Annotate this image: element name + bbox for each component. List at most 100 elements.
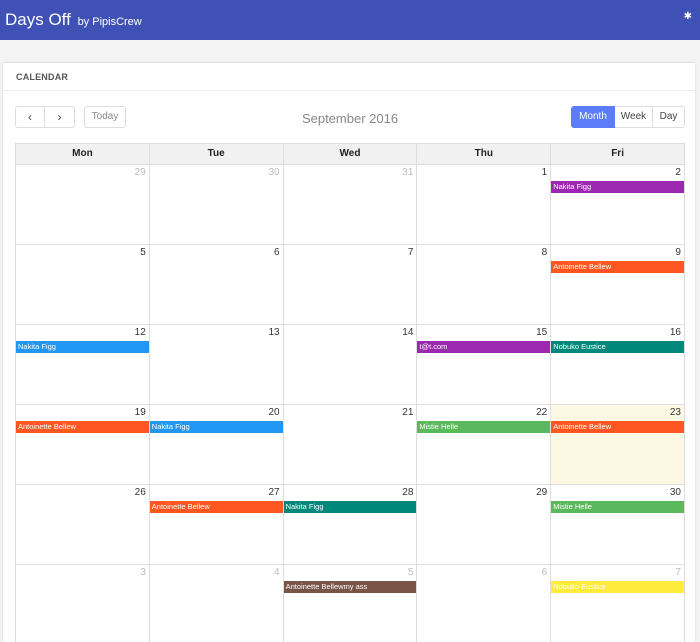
- day-number: 7: [407, 247, 414, 258]
- day-cell[interactable]: 5 Antoinette Bellewmy ass: [282, 565, 417, 642]
- week-row: 29 30 31 1 2 Nakita Figg: [15, 164, 685, 244]
- day-cell[interactable]: 2 Nakita Figg: [550, 165, 684, 244]
- week-row: 12 Nakita Figg 13 14 15 t@t.com 16 Nobuko Eusti…: [15, 324, 685, 404]
- week-row: 5 6 7 8 9 Antoinette Bellew: [15, 244, 685, 324]
- event-bar[interactable]: Antoinette Bellew: [149, 501, 283, 513]
- view-week-button[interactable]: Week: [615, 106, 653, 128]
- day-cell[interactable]: 21: [282, 405, 417, 484]
- day-number: 15: [536, 327, 548, 338]
- day-cell[interactable]: 7: [282, 245, 417, 324]
- app-title-text: Days Off: [5, 10, 71, 29]
- app-title: Days Off by PipisCrew: [5, 10, 142, 30]
- day-cell[interactable]: 14: [282, 325, 417, 404]
- day-number: 23: [669, 407, 681, 418]
- day-number: 7: [675, 567, 681, 578]
- day-cell[interactable]: 7 Nobuko Eustice: [550, 565, 684, 642]
- day-cell[interactable]: 30: [148, 165, 283, 244]
- day-cell[interactable]: 9 Antoinette Bellew: [550, 245, 684, 324]
- day-number: 28: [402, 487, 414, 498]
- event-bar[interactable]: Nobuko Eustice: [551, 581, 684, 593]
- event-bar[interactable]: Nakita Figg: [551, 181, 684, 193]
- weekday-header: Tue: [148, 144, 283, 164]
- app-subtitle: by PipisCrew: [77, 16, 142, 28]
- event-bar[interactable]: Antoinette Bellew: [551, 421, 684, 433]
- weekday-header: Wed: [282, 144, 417, 164]
- day-cell[interactable]: 1: [416, 165, 550, 244]
- day-cell[interactable]: 27 Antoinette Bellew: [148, 485, 283, 564]
- day-number: 6: [541, 567, 548, 578]
- day-number: 8: [541, 247, 548, 258]
- day-number: 29: [536, 487, 548, 498]
- weekday-header-row: Mon Tue Wed Thu Fri: [15, 143, 685, 164]
- weeks-container: 29 30 31 1 2 Nakita Figg 5 6 7 8 9 Antoinette Belle…: [15, 164, 685, 642]
- day-number: 27: [268, 487, 280, 498]
- day-number: 14: [402, 327, 414, 338]
- day-cell[interactable]: 8: [416, 245, 550, 324]
- day-cell[interactable]: 15 t@t.com: [416, 325, 551, 404]
- day-cell[interactable]: 12 Nakita Figg: [16, 325, 149, 404]
- day-cell[interactable]: 5: [16, 245, 149, 324]
- day-cell[interactable]: 6: [416, 565, 550, 642]
- day-cell[interactable]: 23 Antoinette Bellew: [550, 405, 684, 484]
- day-number: 9: [675, 247, 681, 258]
- view-day-button[interactable]: Day: [653, 106, 685, 128]
- day-number: 3: [140, 567, 146, 578]
- event-bar[interactable]: Nakita Figg: [283, 501, 417, 513]
- day-number: 30: [669, 487, 681, 498]
- day-number: 13: [268, 327, 280, 338]
- app-header: Days Off by PipisCrew ✱: [0, 0, 700, 40]
- day-number: 5: [407, 567, 414, 578]
- day-cell[interactable]: 19 Antoinette Bellew: [16, 405, 149, 484]
- day-number: 26: [134, 487, 146, 498]
- calendar-card: CALENDAR ‹ › Today September 2016 Month …: [3, 62, 695, 642]
- day-number: 29: [134, 167, 146, 178]
- day-number: 20: [268, 407, 280, 418]
- day-cell[interactable]: 29: [416, 485, 550, 564]
- day-cell[interactable]: 4: [148, 565, 283, 642]
- day-cell[interactable]: 31: [282, 165, 417, 244]
- day-number: 5: [140, 247, 146, 258]
- weekday-header: Fri: [550, 144, 684, 164]
- weekday-header: Thu: [416, 144, 550, 164]
- day-number: 21: [402, 407, 414, 418]
- day-number: 16: [669, 327, 681, 338]
- calendar-toolbar: ‹ › Today September 2016 Month Week Day: [15, 106, 685, 130]
- event-bar[interactable]: Mistie Helle: [417, 421, 551, 433]
- event-bar[interactable]: Antoinette Bellew: [16, 421, 149, 433]
- day-number: 31: [402, 167, 414, 178]
- day-cell[interactable]: 20 Nakita Figg: [148, 405, 283, 484]
- week-row: 19 Antoinette Bellew 20 Nakita Figg 21 22 Mist…: [15, 404, 685, 484]
- view-switcher: Month Week Day: [571, 106, 685, 128]
- day-cell[interactable]: 3: [16, 565, 149, 642]
- day-number: 22: [536, 407, 548, 418]
- week-row: 3 4 5 Antoinette Bellewmy ass 6 7 Nobuko Eusti…: [15, 564, 685, 642]
- day-number: 30: [268, 167, 280, 178]
- event-bar[interactable]: Nakita Figg: [149, 421, 283, 433]
- pin-icon[interactable]: ✱: [684, 11, 692, 22]
- event-bar[interactable]: t@t.com: [417, 341, 551, 353]
- card-title: CALENDAR: [3, 63, 695, 91]
- day-number: 1: [541, 167, 548, 178]
- day-number: 4: [274, 567, 280, 578]
- week-row: 26 27 Antoinette Bellew 28 Nakita Figg 29 30 Mi…: [15, 484, 685, 564]
- day-cell[interactable]: 16 Nobuko Eustice: [550, 325, 684, 404]
- day-number: 2: [675, 167, 681, 178]
- day-cell[interactable]: 30 Mistie Helle: [550, 485, 684, 564]
- day-number: 19: [134, 407, 146, 418]
- day-cell[interactable]: 29: [16, 165, 149, 244]
- event-bar[interactable]: Mistie Helle: [551, 501, 684, 513]
- day-number: 12: [134, 327, 146, 338]
- day-cell[interactable]: 13: [148, 325, 283, 404]
- weekday-header: Mon: [72, 148, 93, 159]
- view-month-button[interactable]: Month: [571, 106, 615, 128]
- day-number: 6: [274, 247, 280, 258]
- month-grid: Mon Tue Wed Thu Fri 29 30 31 1 2 Nakita Figg 5 6 7 8 9…: [15, 143, 685, 642]
- day-cell[interactable]: 26: [16, 485, 149, 564]
- day-cell[interactable]: 6: [148, 245, 283, 324]
- event-bar[interactable]: Antoinette Bellewmy ass: [283, 581, 417, 593]
- event-bar[interactable]: Antoinette Bellew: [551, 261, 684, 273]
- day-cell[interactable]: 22 Mistie Helle: [416, 405, 551, 484]
- event-bar[interactable]: Nakita Figg: [16, 341, 149, 353]
- day-cell[interactable]: 28 Nakita Figg: [282, 485, 417, 564]
- event-bar[interactable]: Nobuko Eustice: [551, 341, 684, 353]
